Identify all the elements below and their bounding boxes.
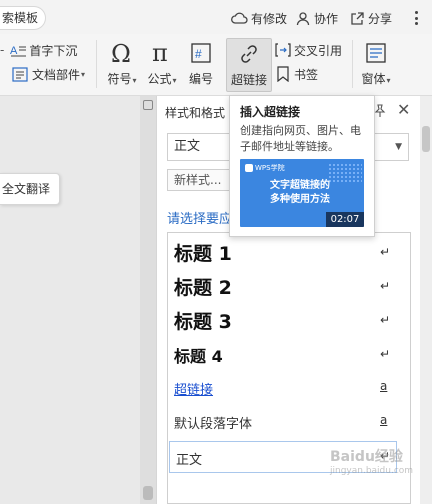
tooltip-description: 创建指向网页、图片、电子邮件地址等链接。 bbox=[240, 124, 361, 153]
template-search-tab[interactable]: 索模板 bbox=[0, 6, 46, 30]
formula-label: 公式 bbox=[147, 72, 172, 86]
numbering-button[interactable]: # 编号 bbox=[181, 38, 221, 92]
collaborate-label: 协作 bbox=[314, 11, 339, 26]
close-icon[interactable]: ✕ bbox=[397, 102, 410, 118]
chevron-down-icon: ▾ bbox=[172, 76, 177, 85]
cross-ref-label: 交叉引用 bbox=[294, 43, 343, 58]
bookmark-icon bbox=[277, 66, 289, 82]
bookmark-button[interactable]: 书签 bbox=[276, 64, 318, 84]
drop-cap-button[interactable]: - A 首字下沉 bbox=[0, 40, 77, 60]
new-style-button[interactable]: 新样式... bbox=[167, 169, 233, 191]
video-duration: 02:07 bbox=[326, 212, 364, 227]
chevron-down-icon: ▾ bbox=[81, 69, 86, 79]
svg-text:Ω: Ω bbox=[111, 41, 131, 65]
doc-parts-button[interactable]: 文档部件 ▾ bbox=[12, 64, 85, 84]
style-item-default-font[interactable]: 默认段落字体 a bbox=[168, 405, 410, 437]
chevron-down-icon: ▾ bbox=[386, 76, 391, 85]
form-label: 窗体 bbox=[361, 72, 386, 86]
tooltip-title: 插入超链接 bbox=[240, 105, 301, 119]
drop-cap-icon: A bbox=[10, 45, 27, 57]
bookmark-label: 书签 bbox=[294, 67, 319, 82]
svg-text:#: # bbox=[195, 47, 202, 61]
style-item-heading-1[interactable]: 标题 1 ↵ bbox=[168, 235, 410, 267]
form-icon bbox=[365, 38, 387, 68]
svg-text:π: π bbox=[152, 41, 168, 65]
apply-style-label: 请选择要应 bbox=[167, 212, 233, 227]
share-icon bbox=[351, 11, 364, 25]
panel-title: 样式和格式 bbox=[165, 106, 226, 120]
doc-parts-icon bbox=[12, 66, 28, 82]
revision-label: 有修改 bbox=[251, 11, 288, 26]
doc-parts-label: 文档部件 bbox=[32, 67, 81, 82]
user-icon bbox=[296, 11, 310, 25]
pin-icon[interactable] bbox=[373, 104, 387, 118]
cloud-icon bbox=[231, 12, 248, 24]
document-canvas[interactable] bbox=[0, 96, 140, 504]
numbering-icon: # bbox=[190, 38, 212, 68]
tutorial-video-thumbnail[interactable]: WPS学院 文字超链接的 多种使用方法 02:07 bbox=[240, 159, 364, 227]
hyperlink-button[interactable]: 超链接 bbox=[226, 38, 272, 92]
symbol-label: 符号 bbox=[107, 72, 132, 86]
drop-cap-label: 首字下沉 bbox=[29, 43, 78, 58]
cross-ref-icon bbox=[275, 43, 291, 57]
hyperlink-label: 超链接 bbox=[230, 73, 267, 87]
style-item-hyperlink[interactable]: 超链接 a bbox=[168, 371, 410, 403]
revision-button[interactable]: 有修改 bbox=[230, 9, 287, 27]
baidu-watermark: Baidu经验 jingyan.baidu.com bbox=[330, 449, 414, 476]
video-title: 文字超链接的 多种使用方法 bbox=[270, 180, 330, 205]
style-item-heading-3[interactable]: 标题 3 ↵ bbox=[168, 303, 410, 335]
scroll-up-icon[interactable] bbox=[143, 100, 153, 110]
style-item-heading-4[interactable]: 标题 4 ↵ bbox=[168, 337, 410, 369]
panel-scrollbar[interactable] bbox=[420, 96, 432, 504]
hyperlink-tooltip: 插入超链接 创建指向网页、图片、电子邮件地址等链接。 WPS学院 文字超链接的 … bbox=[229, 95, 375, 237]
full-translate-button[interactable]: 全文翻译 bbox=[0, 173, 60, 205]
more-options-icon[interactable] bbox=[408, 8, 424, 28]
document-scrollbar[interactable] bbox=[140, 96, 156, 504]
svg-text:A: A bbox=[10, 45, 18, 57]
current-style-value: 正文 bbox=[174, 139, 201, 154]
scrollbar-thumb[interactable] bbox=[143, 486, 153, 500]
top-bar: 索模板 有修改 协作 分享 bbox=[0, 0, 432, 34]
share-label: 分享 bbox=[368, 11, 393, 26]
ribbon-toolbar: - A 首字下沉 文档部件 ▾ Ω 符号▾ π 公式▾ # 编号 超链接 交叉引… bbox=[0, 34, 432, 96]
pi-icon: π bbox=[150, 38, 174, 68]
omega-icon: Ω bbox=[110, 38, 134, 68]
numbering-label: 编号 bbox=[188, 72, 213, 86]
chevron-down-icon: ▼ bbox=[395, 142, 402, 152]
wps-logo: WPS学院 bbox=[245, 163, 285, 173]
scrollbar-thumb[interactable] bbox=[422, 126, 430, 152]
link-icon bbox=[238, 39, 260, 69]
form-button[interactable]: 窗体▾ bbox=[356, 38, 396, 92]
share-button[interactable]: 分享 bbox=[350, 9, 392, 27]
chevron-down-icon: ▾ bbox=[132, 76, 137, 85]
collaborate-button[interactable]: 协作 bbox=[296, 9, 338, 27]
formula-button[interactable]: π 公式▾ bbox=[142, 38, 182, 92]
style-item-heading-2[interactable]: 标题 2 ↵ bbox=[168, 269, 410, 301]
cross-ref-button[interactable]: 交叉引用 bbox=[275, 40, 342, 60]
symbol-button[interactable]: Ω 符号▾ bbox=[102, 38, 142, 92]
